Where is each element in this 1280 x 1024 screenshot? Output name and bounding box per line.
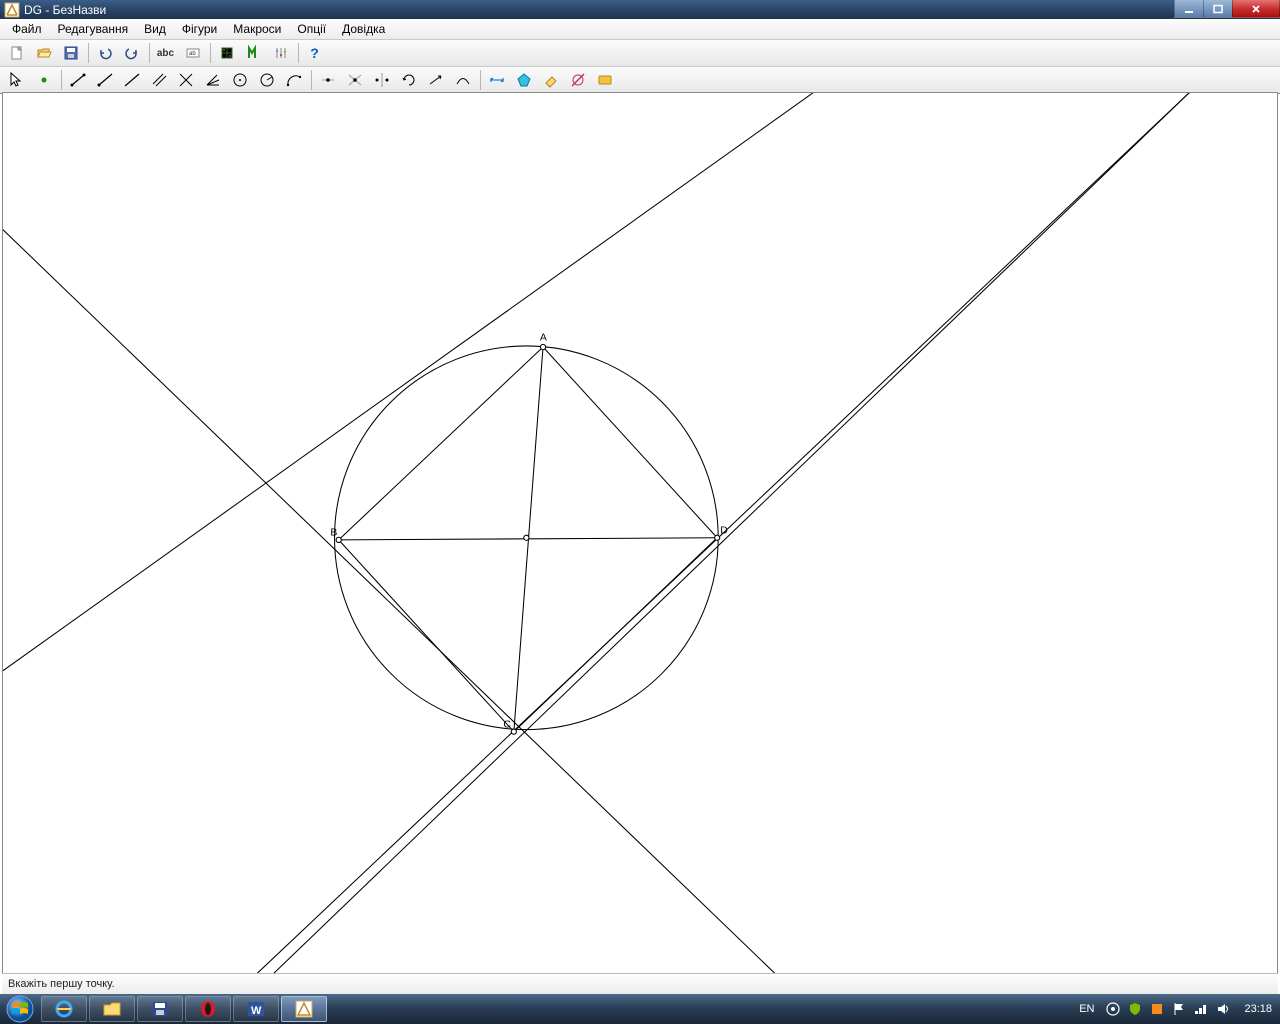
tray-clock[interactable]: 23:18	[1234, 1003, 1272, 1015]
geometry-figure: A B D C	[3, 93, 1277, 993]
parallel-tool[interactable]	[146, 68, 171, 92]
svg-text:W: W	[251, 1005, 262, 1017]
task-dg[interactable]	[281, 996, 327, 1022]
window-controls	[1175, 0, 1280, 18]
close-button[interactable]	[1232, 0, 1280, 18]
new-button[interactable]	[4, 41, 29, 65]
rotation-tool[interactable]	[396, 68, 421, 92]
translation-tool[interactable]	[423, 68, 448, 92]
start-button[interactable]	[0, 994, 40, 1024]
point-label-B: B	[330, 528, 337, 539]
text-box-button[interactable]: ab	[180, 41, 205, 65]
grid-button[interactable]	[214, 41, 239, 65]
task-word[interactable]: W	[233, 996, 279, 1022]
toolbar-geometry	[0, 67, 1280, 94]
menu-figures[interactable]: Фігури	[174, 20, 225, 38]
task-save-app[interactable]	[137, 996, 183, 1022]
angle-bisector-tool[interactable]	[200, 68, 225, 92]
point-label-C: C	[503, 720, 511, 731]
macro-button[interactable]	[241, 41, 266, 65]
intersection-tool[interactable]	[342, 68, 367, 92]
circle-tool[interactable]	[227, 68, 252, 92]
tray-volume-icon[interactable]	[1215, 1001, 1231, 1017]
undo-button[interactable]	[92, 41, 117, 65]
tray-shield-icon[interactable]	[1127, 1001, 1143, 1017]
segment-tool[interactable]	[65, 68, 90, 92]
minimize-button[interactable]	[1174, 0, 1204, 18]
line-tool[interactable]	[119, 68, 144, 92]
tray-flag-icon[interactable]	[1171, 1001, 1187, 1017]
app-icon	[4, 2, 20, 18]
status-hint: Вкажіть першу точку.	[8, 978, 115, 990]
tray-updates-icon[interactable]	[1105, 1001, 1121, 1017]
menubar: Файл Редагування Вид Фігури Макроси Опці…	[0, 19, 1280, 40]
system-tray: EN 23:18	[1071, 994, 1280, 1024]
point-label-D: D	[720, 526, 728, 537]
statusbar: Вкажіть першу точку.	[2, 973, 1278, 994]
taskbar: W EN 23:18	[0, 994, 1280, 1024]
save-button[interactable]	[58, 41, 83, 65]
point-tool[interactable]	[31, 68, 56, 92]
midpoint-tool[interactable]	[315, 68, 340, 92]
reflection-tool[interactable]	[369, 68, 394, 92]
toolbar-standard: abc ab ?	[0, 40, 1280, 67]
app-window: DG - БезНазви Файл Редагування Вид Фігур…	[0, 0, 1280, 1024]
point-label-A: A	[540, 333, 547, 344]
measure-distance-tool[interactable]	[484, 68, 509, 92]
titlebar[interactable]: DG - БезНазви	[0, 0, 1280, 19]
ray-tool[interactable]	[92, 68, 117, 92]
tray-network-icon[interactable]	[1193, 1001, 1209, 1017]
menu-edit[interactable]: Редагування	[50, 20, 137, 38]
menu-help[interactable]: Довідка	[334, 20, 393, 38]
eraser-tool[interactable]	[538, 68, 563, 92]
task-explorer[interactable]	[89, 996, 135, 1022]
tray-language[interactable]: EN	[1071, 1003, 1102, 1015]
sliders-button[interactable]	[268, 41, 293, 65]
menu-options[interactable]: Опції	[289, 20, 334, 38]
locus-tool[interactable]	[450, 68, 475, 92]
redo-button[interactable]	[119, 41, 144, 65]
perpendicular-tool[interactable]	[173, 68, 198, 92]
style-tool[interactable]	[592, 68, 617, 92]
drawing-canvas[interactable]: A B D C	[2, 92, 1278, 994]
help-button[interactable]: ?	[302, 41, 327, 65]
hide-tool[interactable]	[565, 68, 590, 92]
menu-view[interactable]: Вид	[136, 20, 174, 38]
task-ie[interactable]	[41, 996, 87, 1022]
window-title: DG - БезНазви	[24, 3, 106, 17]
tray-action-icon[interactable]	[1149, 1001, 1165, 1017]
menu-macros[interactable]: Макроси	[225, 20, 289, 38]
svg-text:ab: ab	[189, 51, 196, 57]
text-label-button[interactable]: abc	[153, 41, 178, 65]
maximize-button[interactable]	[1203, 0, 1233, 18]
circle-radius-tool[interactable]	[254, 68, 279, 92]
polygon-tool[interactable]	[511, 68, 536, 92]
arc-tool[interactable]	[281, 68, 306, 92]
task-opera[interactable]	[185, 996, 231, 1022]
open-button[interactable]	[31, 41, 56, 65]
pointer-tool[interactable]	[4, 68, 29, 92]
menu-file[interactable]: Файл	[4, 20, 50, 38]
